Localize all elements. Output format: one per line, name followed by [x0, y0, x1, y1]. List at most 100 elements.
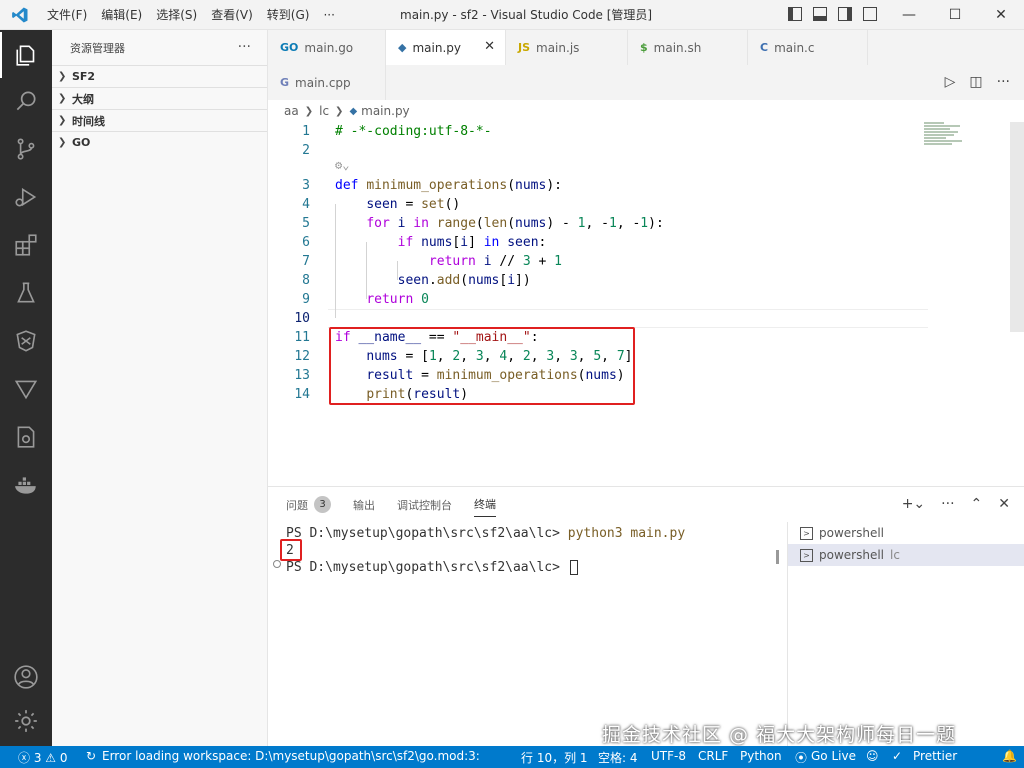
shell-file-icon: $ [640, 41, 648, 54]
manage-gear-icon[interactable] [0, 698, 52, 744]
split-editor-icon[interactable]: ◫ [969, 74, 982, 90]
search-icon[interactable] [0, 78, 52, 124]
tab-main-js[interactable]: JS main.js [506, 30, 628, 65]
terminal-item[interactable]: > powershell [788, 522, 1024, 544]
tab-main-go[interactable]: GO main.go [268, 30, 386, 65]
file-settings-icon[interactable] [0, 414, 52, 460]
codelens-icon[interactable]: ⚙⌄ [335, 158, 349, 172]
run-debug-icon[interactable] [0, 174, 52, 220]
status-cursor-position[interactable]: 行 10，列 1 [521, 749, 588, 766]
extensions-icon[interactable] [0, 222, 52, 268]
docker-icon[interactable] [0, 462, 52, 508]
filter-icon[interactable] [0, 366, 52, 412]
toggle-sidebar-icon[interactable] [788, 7, 802, 21]
editor-scrollbar[interactable] [1010, 122, 1024, 332]
section-label: SF2 [72, 70, 96, 83]
tab-label: main.c [774, 40, 815, 55]
more-actions-icon[interactable]: ··· [997, 74, 1010, 90]
status-problems[interactable]: ⓧ 3 ⚠ 0 [18, 749, 67, 766]
terminal-item[interactable]: > powershell lc [788, 544, 1024, 566]
menu-view[interactable]: 查看(V) [204, 0, 260, 30]
terminal-scrollbar[interactable] [776, 550, 779, 564]
maximize-button[interactable]: ☐ [932, 0, 978, 30]
status-indentation[interactable]: 空格: 4 [598, 749, 638, 766]
testing-icon[interactable] [0, 270, 52, 316]
code-line: 6 if nums[i] in seen: [268, 233, 928, 252]
menu-go[interactable]: 转到(G) [260, 0, 317, 30]
status-go-live[interactable]: Go Live [811, 749, 856, 763]
panel-more-icon[interactable]: ··· [941, 496, 954, 512]
line-number: 2 [302, 143, 310, 158]
minimap[interactable] [924, 122, 972, 162]
tab-output[interactable]: 输出 [353, 487, 375, 522]
watermark-text: 掘金技术社区 @ 福大大架构师每日一题 [602, 724, 957, 746]
line-number: 5 [302, 216, 310, 231]
status-eol[interactable]: CRLF [698, 749, 728, 763]
layout-controls [788, 7, 877, 21]
customize-layout-icon[interactable] [863, 7, 877, 21]
status-error[interactable]: Error loading workspace: D:\mysetup\gopa… [102, 749, 484, 763]
command-decoration-icon [273, 560, 281, 568]
activity-bar [0, 30, 52, 746]
close-tab-icon[interactable]: ✕ [484, 39, 495, 54]
editor-tabs: GO main.go ◆ main.py ✕ JS main.js $ main… [268, 30, 1024, 100]
minimize-button[interactable]: — [886, 0, 932, 30]
toggle-secondary-sidebar-icon[interactable] [838, 7, 852, 21]
section-sf2[interactable]: ❯ SF2 [52, 65, 267, 87]
section-outline[interactable]: ❯ 大纲 [52, 87, 267, 109]
terminal[interactable]: PS D:\mysetup\gopath\src\sf2\aa\lc> pyth… [268, 522, 788, 742]
tab-debug-console[interactable]: 调试控制台 [397, 487, 452, 522]
menu-more[interactable]: ··· [316, 0, 341, 30]
breadcrumb-file[interactable]: main.py [361, 104, 410, 118]
tab-main-py[interactable]: ◆ main.py ✕ [386, 30, 506, 65]
toggle-panel-icon[interactable] [813, 7, 827, 21]
breadcrumb-aa[interactable]: aa [284, 104, 299, 118]
code-line: 7 return i // 3 + 1 [268, 252, 928, 271]
c-file-icon: C [760, 41, 769, 54]
menu-bar: 文件(F) 编辑(E) 选择(S) 查看(V) 转到(G) ··· [40, 0, 342, 30]
chevron-right-icon: ❯ [58, 71, 67, 82]
terminal-line: PS D:\mysetup\gopath\src\sf2\aa\lc> [286, 559, 578, 576]
sidebar-more-icon[interactable]: ··· [238, 39, 251, 55]
menu-file[interactable]: 文件(F) [40, 0, 94, 30]
sidebar-title: 资源管理器 [70, 41, 125, 55]
explorer-icon[interactable] [0, 32, 52, 78]
run-file-icon[interactable]: ▷ [945, 74, 956, 90]
chevron-right-icon: ❯ [304, 105, 314, 117]
menu-edit[interactable]: 编辑(E) [94, 0, 149, 30]
new-terminal-icon[interactable]: +⌄ [902, 496, 925, 512]
account-icon[interactable] [0, 654, 52, 700]
menu-selection[interactable]: 选择(S) [149, 0, 204, 30]
panel-actions: +⌄ ··· ⌃ ✕ [902, 496, 1010, 512]
line-number: 10 [294, 311, 310, 326]
close-panel-icon[interactable]: ✕ [998, 496, 1010, 512]
close-window-button[interactable]: ✕ [978, 0, 1024, 30]
notifications-bell-icon[interactable]: 🔔 [1002, 749, 1017, 763]
breadcrumb-lc[interactable]: lc [319, 104, 329, 118]
terminal-item-label: powershell [819, 526, 884, 540]
section-go[interactable]: ❯ GO [52, 131, 267, 153]
tab-terminal[interactable]: 终端 [474, 493, 496, 517]
tab-label: main.sh [653, 40, 702, 55]
remote-explorer-icon[interactable] [0, 318, 52, 364]
code-line: 8 seen.add(nums[i]) [268, 271, 928, 290]
status-bar: ⓧ 3 ⚠ 0 ↻ Error loading workspace: D:\my… [0, 746, 1024, 768]
status-language[interactable]: Python [740, 749, 782, 763]
source-control-icon[interactable] [0, 126, 52, 172]
tab-problems[interactable]: 问题 3 [286, 487, 331, 522]
section-timeline[interactable]: ❯ 时间线 [52, 109, 267, 131]
code-editor[interactable]: 1 # -*-coding:utf-8-*- 2 ⚙⌄ 3 def minimu… [268, 122, 1024, 484]
status-encoding[interactable]: UTF-8 [651, 749, 686, 763]
problems-badge: 3 [314, 496, 331, 513]
tab-label: main.cpp [295, 75, 351, 90]
status-prettier[interactable]: Prettier [913, 749, 957, 763]
tab-main-cpp[interactable]: G main.cpp [268, 65, 386, 100]
terminal-icon: > [800, 526, 813, 540]
tab-main-sh[interactable]: $ main.sh [628, 30, 748, 65]
js-file-icon: JS [518, 41, 531, 54]
feedback-icon[interactable]: ☺ [866, 749, 879, 763]
tab-main-c[interactable]: C main.c [748, 30, 868, 65]
maximize-panel-icon[interactable]: ⌃ [971, 496, 983, 512]
sync-icon: ↻ [86, 749, 97, 763]
terminal-icon: > [800, 548, 813, 562]
